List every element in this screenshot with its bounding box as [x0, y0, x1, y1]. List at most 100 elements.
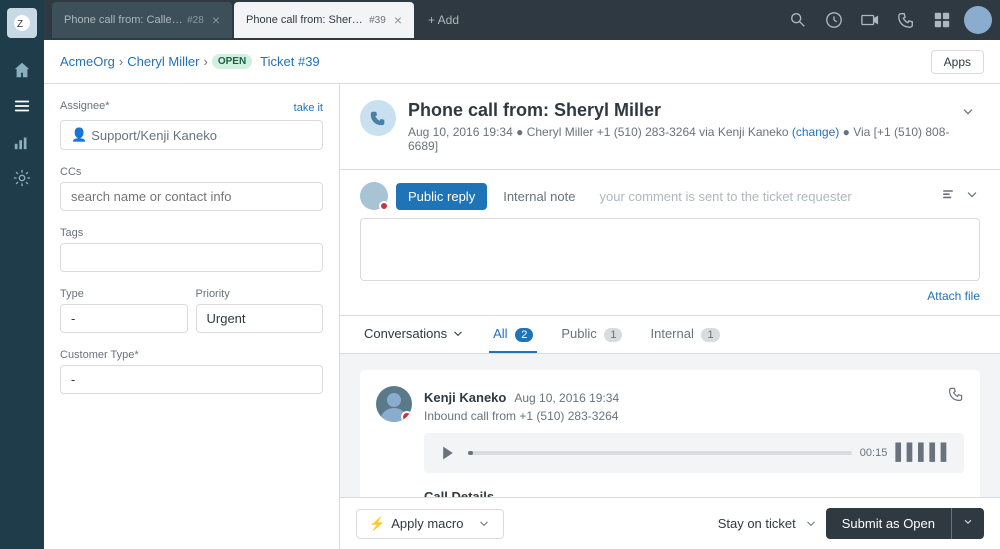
reply-actions [932, 187, 980, 206]
status-badge: open [212, 54, 252, 69]
assignee-value: Support/Kenji Kaneko [91, 128, 217, 143]
tab-39-label: Phone call from: Sheryl Miller [246, 14, 367, 26]
sidebar-item-reports[interactable] [6, 126, 38, 158]
ccs-label: CCs [60, 166, 323, 178]
ticket-area: Phone call from: Sheryl Miller Aug 10, 2… [340, 84, 1000, 549]
tab-add[interactable]: + Add [416, 13, 471, 27]
all-label: All [493, 326, 507, 341]
audio-progress-bar[interactable] [468, 451, 852, 455]
message-avatar [376, 386, 412, 422]
grid-icon[interactable] [928, 6, 956, 34]
ticket-title: Phone call from: Sheryl Miller [408, 100, 956, 121]
public-badge: 1 [604, 328, 622, 342]
tab-39-close[interactable]: × [394, 13, 402, 27]
stay-on-ticket-area: Stay on ticket [512, 516, 817, 531]
customer-type-input[interactable] [60, 365, 323, 394]
apps-button[interactable]: Apps [931, 50, 984, 74]
priority-field: Priority [196, 288, 324, 333]
priority-input[interactable] [196, 304, 324, 333]
tags-field: Tags [60, 227, 323, 272]
ticket-date: Aug 10, 2016 19:34 [408, 125, 513, 139]
internal-note-tab[interactable]: Internal note [491, 183, 587, 210]
change-link[interactable]: (change) [792, 125, 839, 139]
tab-39[interactable]: Phone call from: Sheryl Miller #39 × [234, 2, 414, 38]
reply-avatar [360, 182, 388, 210]
message-phone-icon[interactable] [948, 386, 964, 405]
audio-player: 00:15 ▌▌▌▌▌ [424, 433, 964, 473]
public-reply-tab[interactable]: Public reply [396, 183, 487, 210]
public-tab[interactable]: Public 1 [557, 316, 626, 353]
tab-28-suffix: #28 [187, 15, 204, 26]
submit-label: Submit as [842, 516, 900, 531]
tab-28-label: Phone call from: Caller +1 (510... [64, 14, 185, 26]
chevron-down-icon[interactable] [956, 100, 980, 127]
call-details: Call Details Call from: +1 (510) 283-326… [424, 485, 964, 497]
play-button[interactable] [436, 441, 460, 465]
internal-tab[interactable]: Internal 1 [646, 316, 723, 353]
tab-28[interactable]: Phone call from: Caller +1 (510... #28 × [52, 2, 232, 38]
clock-icon[interactable] [820, 6, 848, 34]
assignee-label: Assignee* [60, 100, 110, 112]
call-details-title: Call Details [424, 485, 964, 497]
user-avatar[interactable] [964, 6, 992, 34]
tags-label: Tags [60, 227, 323, 239]
conversations-dropdown[interactable]: Conversations [360, 316, 469, 353]
ticket-header: Phone call from: Sheryl Miller Aug 10, 2… [340, 84, 1000, 170]
assignee-input[interactable]: 👤 Support/Kenji Kaneko [60, 120, 323, 150]
sidebar-item-tickets[interactable] [6, 90, 38, 122]
type-label: Type [60, 288, 188, 300]
ticket-phone-icon [360, 100, 396, 136]
ticket-meta: Aug 10, 2016 19:34 ● Cheryl Miller +1 (5… [408, 125, 956, 153]
sidebar-item-settings[interactable] [6, 162, 38, 194]
org-link[interactable]: AcmeOrg [60, 54, 115, 69]
internal-badge: 1 [701, 328, 719, 342]
message-header: Kenji Kaneko Aug 10, 2016 19:34 [424, 386, 964, 405]
ccs-field: CCs [60, 166, 323, 211]
secondary-nav: AcmeOrg › Cheryl Miller › open Ticket #3… [44, 40, 1000, 84]
conversation-tabs: Conversations All 2 Public 1 Internal 1 [340, 316, 1000, 354]
tab-bar-actions [784, 6, 992, 34]
customer-type-field: Customer Type* [60, 349, 323, 394]
tags-input[interactable] [60, 243, 323, 272]
submit-status: Open [903, 516, 935, 531]
person-icon: 👤 [71, 127, 87, 143]
sidebar: Z [0, 0, 44, 549]
stay-on-ticket-label: Stay on ticket [718, 516, 796, 531]
macro-icon: ⚡ [369, 516, 385, 532]
customer-type-label: Customer Type* [60, 349, 323, 361]
ccs-input[interactable] [60, 182, 323, 211]
submit-chevron-button[interactable] [951, 508, 984, 539]
video-icon[interactable] [856, 6, 884, 34]
attach-file-link[interactable]: Attach file [927, 289, 980, 303]
svg-text:Z: Z [17, 19, 23, 30]
main-area: Phone call from: Caller +1 (510... #28 ×… [44, 0, 1000, 549]
breadcrumb-sep-1: › [119, 54, 123, 69]
attach-file-area: Attach file [360, 288, 980, 303]
search-icon[interactable] [784, 6, 812, 34]
reply-tabs: Public reply Internal note your comment … [360, 182, 980, 210]
apply-macro-select[interactable]: ⚡ Apply macro [356, 509, 504, 539]
phone-icon[interactable] [892, 6, 920, 34]
reply-format-icon[interactable] [940, 187, 956, 206]
type-priority-row: Type Priority [60, 288, 323, 349]
left-panel: Assignee* take it 👤 Support/Kenji Kaneko… [44, 84, 340, 549]
tab-28-close[interactable]: × [212, 13, 220, 27]
reply-chevron-icon[interactable] [964, 187, 980, 206]
type-input[interactable] [60, 304, 188, 333]
audio-progress-fill [468, 451, 473, 455]
submit-button[interactable]: Submit as Open [826, 508, 951, 539]
reply-textarea[interactable] [360, 218, 980, 281]
reply-area: Public reply Internal note your comment … [340, 170, 1000, 316]
app-container: Z Phone call from: Caller +1 (510... #28… [0, 0, 1000, 549]
message-content: Kenji Kaneko Aug 10, 2016 19:34 Inbound … [424, 386, 964, 497]
all-tab[interactable]: All 2 [489, 316, 537, 353]
ticket-link[interactable]: Ticket #39 [260, 54, 320, 69]
tab-bar: Phone call from: Caller +1 (510... #28 ×… [44, 0, 1000, 40]
audio-time: 00:15 [860, 447, 888, 459]
message-time: Aug 10, 2016 19:34 [514, 391, 619, 405]
messages-area: Kenji Kaneko Aug 10, 2016 19:34 Inbound … [340, 354, 1000, 497]
reply-placeholder-text: your comment is sent to the ticket reque… [599, 189, 932, 204]
sidebar-item-home[interactable] [6, 54, 38, 86]
take-it-link[interactable]: take it [294, 102, 323, 114]
person-link[interactable]: Cheryl Miller [127, 54, 199, 69]
